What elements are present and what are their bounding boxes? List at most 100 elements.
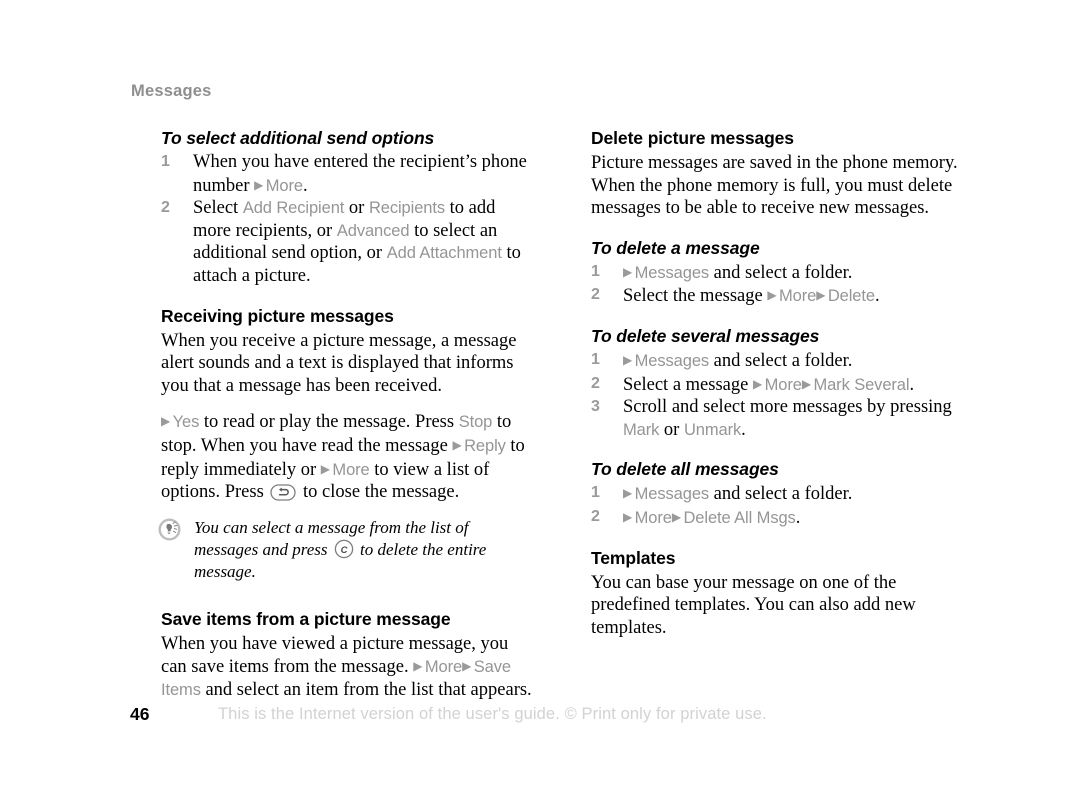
menu-arrow-icon: ▶ <box>462 659 474 674</box>
step-number: 1 <box>161 153 170 170</box>
steps-delete-several-messages: 1 ▶ Messages and select a folder. 2 Sele… <box>591 349 963 441</box>
body-text-run: or <box>659 419 684 440</box>
body-text-run: . <box>302 175 308 196</box>
menu-arrow-icon: ▶ <box>671 509 684 524</box>
menu-arrow-icon: ▶ <box>623 486 635 501</box>
step-item: 1 ▶ Messages and select a folder. <box>591 261 963 285</box>
paragraph-delete-picture-messages: Picture messages are saved in the phone … <box>591 153 958 219</box>
step-text: Select Add Recipient or Recipients to ad… <box>193 198 521 286</box>
step-number: 1 <box>591 484 600 502</box>
body-text-run: and select a folder. <box>709 350 853 371</box>
step-number: 1 <box>591 262 600 280</box>
step-text: Select a message ▶ More▶ Mark Several. <box>623 375 914 395</box>
menu-arrow-icon: ▶ <box>816 288 828 303</box>
page-number: 46 <box>130 704 150 724</box>
step-number: 2 <box>161 199 170 217</box>
instruction-receiving-picture-messages: ▶ Yes to read or play the message. Press… <box>161 410 533 503</box>
ui-command-text: Reply <box>464 436 506 455</box>
menu-arrow-icon: ▶ <box>161 414 173 429</box>
step-number: 3 <box>591 398 600 416</box>
body-text-run: and select an item from the list that ap… <box>200 679 532 700</box>
menu-arrow-icon: ▶ <box>767 288 779 303</box>
menu-arrow-icon: ▶ <box>254 177 266 192</box>
menu-arrow-icon: ▶ <box>320 461 333 476</box>
body-text-run: Select <box>193 198 243 219</box>
left-column: To select additional send options 1 When… <box>158 128 533 702</box>
heading-to-delete-a-message: To delete a message <box>591 237 760 258</box>
step-item: 1 When you have entered the recipient’s … <box>161 151 533 197</box>
step-number: 2 <box>591 286 600 304</box>
steps-delete-a-message: 1 ▶ Messages and select a folder. 2 Sele… <box>591 261 963 308</box>
body-text-run: When you have entered the recipient’s ph… <box>193 152 527 196</box>
step-item: 2 ▶ More▶ Delete All Msgs. <box>591 506 963 530</box>
ui-command-text: More <box>779 287 817 306</box>
step-text: ▶ Messages and select a folder. <box>623 263 852 283</box>
heading-save-items-from-a-picture-message: Save items from a picture message <box>161 608 451 629</box>
body-text-run: and select a folder. <box>709 484 853 505</box>
steps-delete-all-messages: 1 ▶ Messages and select a folder. 2 ▶ Mo… <box>591 482 963 529</box>
body-text-run: to read or play the message. Press <box>199 412 459 433</box>
heading-to-select-additional-send-options: To select additional send options <box>161 128 435 148</box>
tip-text: You can select a message from the list o… <box>194 517 533 583</box>
paragraph-templates: You can base your message on one of the … <box>591 572 916 638</box>
ui-command-text: Messages <box>634 351 710 370</box>
menu-arrow-icon: ▶ <box>801 376 814 391</box>
step-item: 2 Select a message ▶ More▶ Mark Several. <box>591 373 963 397</box>
ui-command-text: Delete <box>827 287 875 306</box>
body-text-run: . <box>909 374 915 395</box>
menu-arrow-icon: ▶ <box>623 509 635 524</box>
menu-arrow-icon: ▶ <box>623 352 635 367</box>
body-text-run: Scroll and select more messages by press… <box>623 397 952 418</box>
heading-delete-picture-messages: Delete picture messages <box>591 128 794 148</box>
ui-command-text: Yes <box>172 413 200 432</box>
body-text-run: . <box>741 419 746 440</box>
body-text-run: . <box>874 286 880 307</box>
footer-copyright-note: This is the Internet version of the user… <box>218 705 767 723</box>
step-item: 1 ▶ Messages and select a folder. <box>591 482 963 506</box>
ui-command-text: Add Attachment <box>386 244 502 263</box>
ui-command-text: More <box>634 508 672 527</box>
heading-templates: Templates <box>591 547 676 568</box>
body-text-run: or <box>344 198 369 219</box>
menu-arrow-icon: ▶ <box>623 264 635 279</box>
step-item: 3 Scroll and select more messages by pre… <box>591 396 963 441</box>
step-text: Select the message ▶ More▶ Delete. <box>623 286 880 306</box>
ui-command-text: More <box>764 375 802 394</box>
step-item: 2 Select the message ▶ More▶ Delete. <box>591 284 963 308</box>
step-number: 2 <box>591 507 600 525</box>
step-text: ▶ Messages and select a folder. <box>623 484 852 504</box>
clear-key-icon: C <box>334 539 354 559</box>
step-item: 2 Select Add Recipient or Recipients to … <box>161 197 533 287</box>
body-text-run: to close the message. <box>298 482 460 503</box>
right-column: Delete picture messages Picture messages… <box>591 128 963 639</box>
ui-command-text: Stop <box>458 413 493 432</box>
step-number: 2 <box>591 374 600 392</box>
ui-command-text: Mark Several <box>813 375 910 394</box>
ui-command-text: Mark <box>623 420 660 439</box>
ui-command-text: More <box>424 658 463 677</box>
heading-to-delete-several-messages: To delete several messages <box>591 325 820 346</box>
ui-command-text: Advanced <box>336 221 410 240</box>
lightbulb-tip-icon <box>158 518 181 541</box>
step-item: 1 ▶ Messages and select a folder. <box>591 349 963 373</box>
body-text-run: Select the message <box>623 286 768 307</box>
paragraph-save-items: When you have viewed a picture message, … <box>161 633 533 702</box>
back-key-icon <box>270 484 297 501</box>
running-head: Messages <box>131 82 212 100</box>
paragraph-receiving-picture-messages: When you receive a picture message, a me… <box>161 330 517 396</box>
body-text-run: . <box>795 507 801 528</box>
tip-block: You can select a message from the list o… <box>158 517 533 583</box>
step-text: Scroll and select more messages by press… <box>623 397 952 440</box>
ui-command-text: Add Recipient <box>242 199 345 218</box>
heading-receiving-picture-messages: Receiving picture messages <box>161 305 394 326</box>
ui-command-text: Delete All Msgs <box>683 508 796 527</box>
svg-text:C: C <box>340 545 347 556</box>
